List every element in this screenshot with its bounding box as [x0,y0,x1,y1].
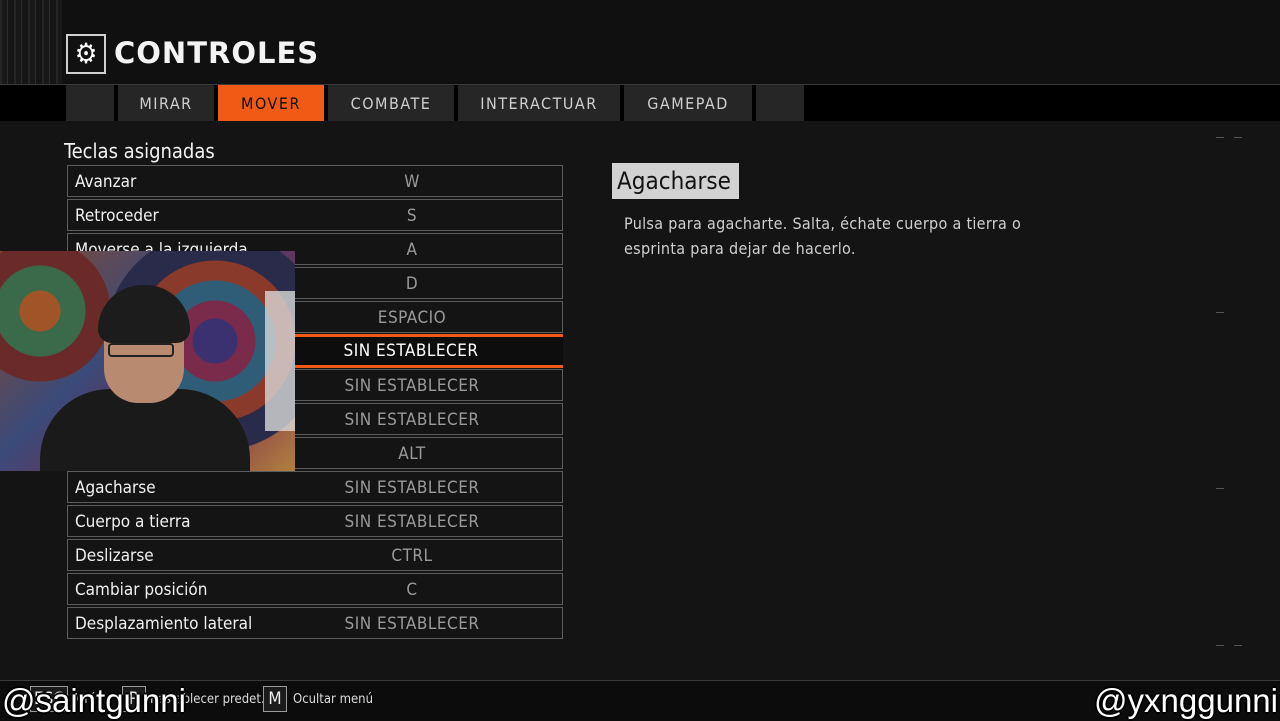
webcam-person-beanie [98,285,190,343]
binding-row-agacharse[interactable]: Agacharse SIN ESTABLECER [67,471,563,503]
binding-name: Retroceder [75,206,159,226]
edge-tick [1216,645,1224,646]
gear-icon: ⚙ [66,34,106,74]
binding-key: SIN ESTABLECER [344,478,480,498]
binding-name: Avanzar [75,172,137,192]
binding-row-deslizarse[interactable]: Deslizarse CTRL [67,539,563,571]
binding-name: Desplazamiento lateral [75,614,253,634]
edge-tick [1234,645,1242,646]
footer-label-hide-menu: Ocultar menú [293,692,373,707]
tab-spacer-left [66,85,114,121]
binding-key: C [406,580,418,600]
binding-key: ESPACIO [377,308,447,328]
tab-bar: MIRAR MOVER COMBATE INTERACTUAR GAMEPAD [0,85,1280,121]
binding-row-cuerpo-a-tierra[interactable]: Cuerpo a tierra SIN ESTABLECER [67,505,563,537]
detail-description: Pulsa para agacharte. Salta, échate cuer… [624,214,1022,258]
edge-tick [1234,137,1242,138]
tab-interactuar[interactable]: INTERACTUAR [458,85,620,121]
binding-key: SIN ESTABLECER [344,410,480,430]
detail-title: Agacharse [612,163,739,199]
binding-key: D [405,274,419,294]
section-label: Teclas asignadas [64,139,215,163]
tab-mirar[interactable]: MIRAR [118,85,214,121]
binding-key: A [406,240,418,260]
binding-name: Deslizarse [75,546,154,566]
tab-combate[interactable]: COMBATE [328,85,454,121]
edge-tick [1216,137,1224,138]
edge-tick [1216,312,1224,313]
streamer-handle-right: @yxnggunni [1094,682,1278,719]
edge-tick [1216,488,1224,489]
footer-key-m[interactable]: M [263,686,287,712]
streamer-handle-left: @saintgunni [2,682,186,719]
binding-name: Cuerpo a tierra [75,512,191,532]
webcam-background-light [265,291,295,431]
binding-row-avanzar[interactable]: Avanzar W [67,165,563,197]
tab-spacer-right [756,85,804,121]
page-title: CONTROLES [114,36,320,70]
webcam-overlay [0,251,295,471]
binding-key: SIN ESTABLECER [344,614,480,634]
binding-key: W [404,172,420,192]
binding-row-retroceder[interactable]: Retroceder S [67,199,563,231]
binding-key: SIN ESTABLECER [344,512,480,532]
binding-row-desplazamiento-lateral[interactable]: Desplazamiento lateral SIN ESTABLECER [67,607,563,639]
binding-row-cambiar-posicion[interactable]: Cambiar posición C [67,573,563,605]
header-bar: ⚙ CONTROLES [0,0,1280,85]
webcam-person-glasses [108,343,174,357]
tab-mover[interactable]: MOVER [218,85,324,121]
binding-key: ALT [398,444,426,464]
binding-key: SIN ESTABLECER [344,376,480,396]
binding-key: CTRL [391,546,433,566]
tab-gamepad[interactable]: GAMEPAD [624,85,752,121]
binding-name: Agacharse [75,478,156,498]
binding-key: SIN ESTABLECER [343,341,479,361]
binding-name: Cambiar posición [75,580,208,600]
edge-decoration [0,0,62,84]
binding-key: S [406,206,418,226]
